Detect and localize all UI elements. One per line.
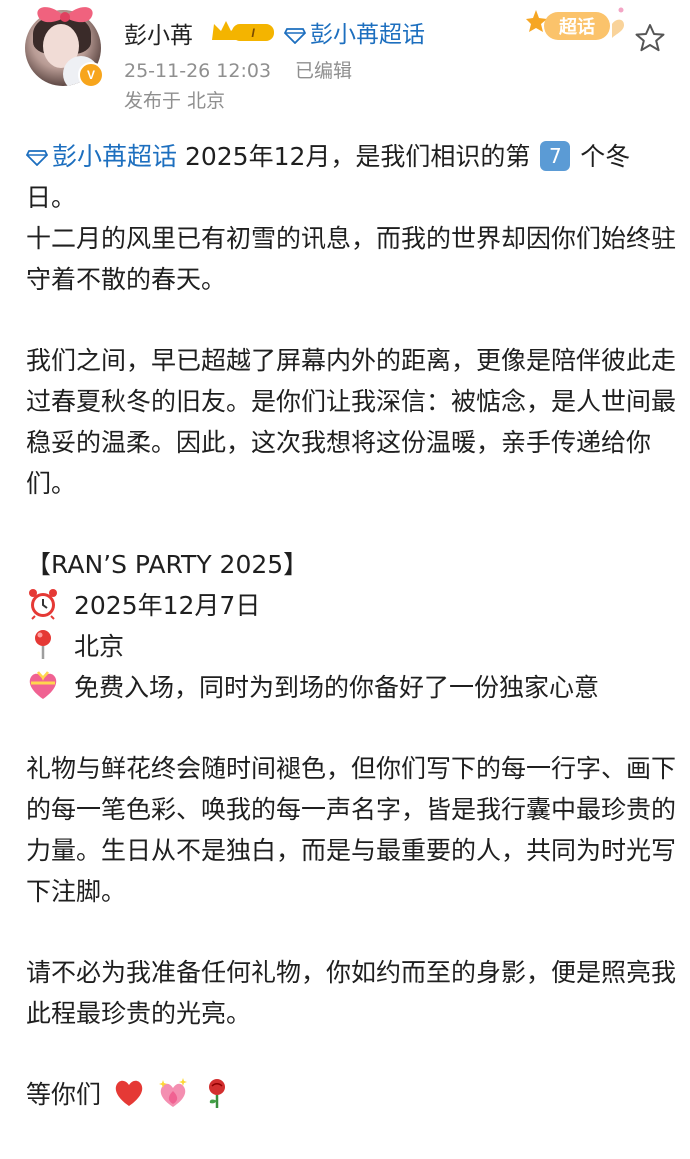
keycap-seven-icon: 7: [540, 141, 571, 171]
intro-text-c: 十二月的风里已有初雪的讯息，而我的世界却因你们始终驻守着不散的春天。: [26, 224, 677, 294]
event-note: 免费入场，同时为到场的你备好了一份独家心意: [74, 673, 600, 702]
paragraph-friends: 我们之间，早已超越了屏幕内外的距离，更像是陪伴彼此走过春夏秋冬的旧友。是你们让我…: [26, 346, 677, 498]
paragraph-intro: 彭小苒超话 2025年12月，是我们相识的第 7 个冬日。 十二月的风里已有初雪…: [26, 136, 676, 300]
supertopic-badge[interactable]: 超话: [526, 4, 638, 48]
diamond-icon: [284, 27, 306, 44]
star-icon[interactable]: [634, 22, 666, 54]
closing-text: 等你们: [26, 1080, 102, 1109]
pin-icon: [35, 630, 51, 659]
event-block: 【RAN’S PARTY 2025】 2025年12月7日 北京 免费入场，同时…: [26, 544, 676, 708]
post-body: 彭小苒超话 2025年12月，是我们相识的第 7 个冬日。 十二月的风里已有初雪…: [26, 136, 676, 1155]
event-place-line: 北京: [26, 626, 676, 667]
supertopic-link[interactable]: 彭小苒超话: [284, 15, 425, 49]
event-place: 北京: [74, 632, 125, 661]
timestamp: 25-11-26 12:03: [124, 60, 272, 82]
post-location: 发布于 北京: [124, 90, 226, 112]
paragraph-gifts: 礼物与鲜花终会随时间褪色，但你们写下的每一行字、画下的每一笔色彩、唤我的每一声名…: [26, 754, 677, 906]
edited-label[interactable]: 已编辑: [295, 60, 352, 82]
event-date: 2025年12月7日: [74, 591, 261, 620]
paragraph-request: 请不必为我准备任何礼物，你如约而至的身影，便是照亮我此程最珍贵的光亮。: [26, 958, 677, 1028]
post-meta: 25-11-26 12:03 已编辑: [124, 56, 352, 83]
diamond-icon: [26, 150, 48, 166]
rose-icon: [208, 1079, 225, 1108]
supertopic-inline-label: 彭小苒超话: [52, 142, 178, 171]
svg-text:超话: 超话: [559, 16, 595, 38]
event-title: 【RAN’S PARTY 2025】: [26, 550, 309, 579]
supertopic-link-label: 彭小苒超话: [310, 22, 425, 48]
intro-text-a: 2025年12月，是我们相识的第: [184, 142, 539, 171]
vip-crown-icon: I: [212, 21, 274, 41]
username[interactable]: 彭小苒: [124, 16, 193, 50]
alarm-clock-icon: [29, 589, 57, 620]
verified-badge: V: [78, 62, 104, 88]
supertopic-inline-link[interactable]: 彭小苒超话: [26, 142, 185, 171]
heart-gift-icon: [29, 671, 57, 699]
event-note-line: 免费入场，同时为到场的你备好了一份独家心意: [26, 667, 676, 708]
closing-line: 等你们: [26, 1074, 676, 1115]
event-date-line: 2025年12月7日: [26, 585, 676, 626]
sparkling-heart-icon: [158, 1078, 187, 1107]
red-heart-icon: [115, 1080, 143, 1106]
bow-icon: [37, 7, 93, 23]
post-header: V 彭小苒 I 彭小苒超话 25-11-26 12:03 已编辑 发布于 北京 超…: [0, 0, 690, 120]
